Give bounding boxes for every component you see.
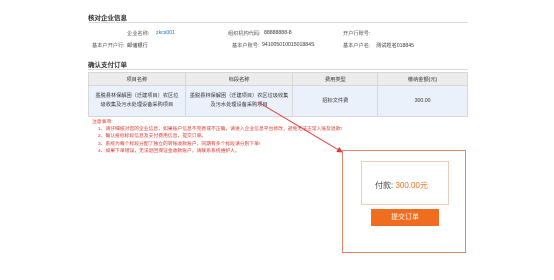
- payment-text: 付款: 300.00元: [375, 180, 428, 191]
- payment-amount: 300.00: [395, 181, 420, 190]
- annotation-arrow: [257, 101, 343, 153]
- payment-unit: 元: [419, 181, 428, 190]
- submit-order-button[interactable]: 提交订单: [371, 209, 439, 226]
- payment-amount-box: 付款: 300.00元: [361, 161, 449, 205]
- payment-label: 付款:: [375, 181, 394, 190]
- payment-panel: 付款: 300.00元 提交订单: [342, 150, 466, 253]
